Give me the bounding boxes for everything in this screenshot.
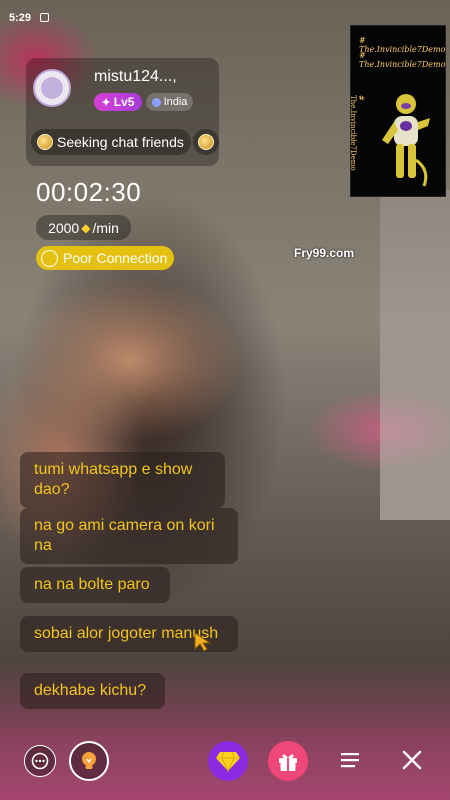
country-label: India <box>163 96 188 108</box>
effects-button[interactable] <box>69 741 109 781</box>
country-flag-icon <box>151 97 161 107</box>
diamond-icon <box>216 751 240 772</box>
mouse-cursor-icon <box>194 632 212 652</box>
more-menu-button[interactable] <box>333 743 367 777</box>
level-badge: ✦ Lv5 <box>94 93 142 111</box>
host-name[interactable]: mistu124..., <box>94 68 177 86</box>
connection-status-label: Poor Connection <box>63 250 168 266</box>
call-rate-unit: /min <box>92 219 119 236</box>
notification-app-icon <box>40 13 49 22</box>
chat-icon <box>31 752 49 770</box>
connection-status-badge: Poor Connection <box>36 246 174 270</box>
chat-message: na go ami camera on kori na <box>20 508 238 564</box>
avatar-placeholder-icon <box>41 77 63 99</box>
close-icon <box>402 750 422 770</box>
globe-icon <box>41 249 58 267</box>
call-rate-amount: 2000 <box>48 219 80 236</box>
menu-icon <box>341 753 359 768</box>
gift-button[interactable] <box>268 741 308 781</box>
gift-icon <box>279 754 297 771</box>
host-avatar[interactable] <box>33 69 71 107</box>
country-badge: India <box>146 93 193 111</box>
chat-message: na na bolte paro <box>20 567 170 603</box>
video-call-screen: 5:29 mistu124..., ✦ Lv5 India Seeking ch… <box>0 0 450 800</box>
status-time: 5:29 <box>9 12 32 24</box>
recharge-button[interactable] <box>208 741 248 781</box>
lightbulb-icon <box>82 752 96 769</box>
medal-icon <box>37 134 53 150</box>
medal-icon <box>198 134 214 150</box>
call-timer: 00:02:30 <box>36 177 142 207</box>
status-bar: 5:29 <box>0 0 450 24</box>
chat-message: dekhabe kichu? <box>20 673 165 709</box>
interest-tag: Seeking chat friends <box>31 129 191 155</box>
thumb-side-caption: # The.Invincible7Demo <box>349 95 365 171</box>
chat-button[interactable] <box>24 745 56 777</box>
sparkle-icon: ✦ <box>101 96 111 109</box>
interest-tag-label: Seeking chat friends <box>57 134 184 150</box>
chat-message: tumi whatsapp e show dao? <box>20 452 225 508</box>
background-wall <box>380 190 450 520</box>
diamond-icon: ◆ <box>81 220 91 235</box>
call-rate: 2000 ◆ /min <box>36 215 131 240</box>
thumb-caption-2: # The.Invincible7Demo <box>359 51 446 69</box>
level-label: Lv5 <box>113 95 135 109</box>
watermark: Fry99.com <box>294 246 355 260</box>
end-call-button[interactable] <box>395 743 429 777</box>
secondary-tag <box>193 129 219 155</box>
character-figure-icon <box>382 94 430 187</box>
